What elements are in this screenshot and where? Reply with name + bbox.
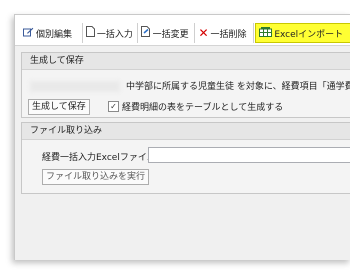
generate-section: 生成して保存 中学部に所属する児童生徒 を対象に、経費項目「通学費 生成して保存… <box>21 52 350 118</box>
individual-edit-label: 個別編集 <box>36 29 73 40</box>
bulk-change-button[interactable]: 一括変更 <box>138 23 196 43</box>
document-icon <box>85 26 95 40</box>
bulk-input-button[interactable]: 一括入力 <box>83 23 138 43</box>
bulk-input-label: 一括入力 <box>96 29 133 40</box>
generate-save-button[interactable]: 生成して保存 <box>28 99 90 115</box>
generate-section-title: 生成して保存 <box>22 53 350 70</box>
bulk-delete-button[interactable]: ✕ 一括削除 <box>195 23 255 43</box>
generate-description: 中学部に所属する児童生徒 を対象に、経費項目「通学費 <box>126 82 350 92</box>
import-section-title: ファイル取り込み <box>22 123 350 140</box>
import-section: ファイル取り込み 経費一括入力Excelファイル ファイル取り込みを実行 <box>21 122 350 194</box>
main-content: 生成して保存 中学部に所属する児童生徒 を対象に、経費項目「通学費 生成して保存… <box>15 45 350 260</box>
close-icon: ✕ <box>198 26 209 40</box>
individual-edit-button[interactable]: 個別編集 <box>15 23 83 43</box>
checkbox-check-icon[interactable]: ✓ <box>108 101 119 112</box>
excel-import-button[interactable]: Excelインポート <box>255 23 350 43</box>
app-window: 個別編集 一括入力 一括変更 ✕ 一括削除 Excelインポート 生成して保存 … <box>14 14 350 260</box>
import-file-button[interactable]: ファイル取り込みを実行 <box>42 169 150 185</box>
table-checkbox[interactable]: ✓ 経費明細の表をテーブルとして生成する <box>108 100 283 113</box>
file-path-input[interactable] <box>148 147 350 163</box>
pencil-icon <box>23 27 34 40</box>
bulk-change-label: 一括変更 <box>152 29 189 40</box>
excel-import-label: Excelインポート <box>274 29 344 40</box>
table-checkbox-label: 経費明細の表をテーブルとして生成する <box>122 103 284 113</box>
toolbar: 個別編集 一括入力 一括変更 ✕ 一括削除 Excelインポート <box>15 22 350 44</box>
bulk-delete-label: 一括削除 <box>210 29 247 40</box>
file-label: 経費一括入力Excelファイル <box>42 153 156 163</box>
excel-import-icon <box>259 26 273 40</box>
redacted-text <box>30 81 120 92</box>
document-edit-icon <box>140 26 151 40</box>
